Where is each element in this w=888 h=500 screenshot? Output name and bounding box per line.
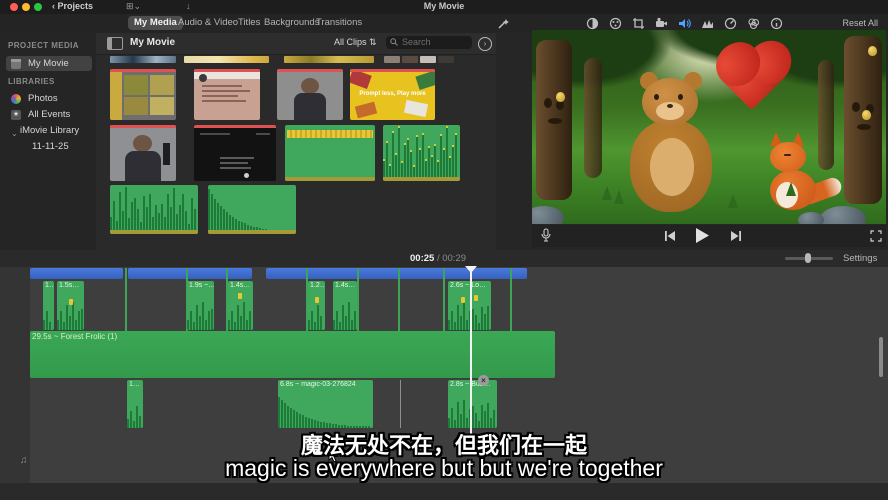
timeline-settings-button[interactable]: Settings [843,253,877,264]
clip-thumbnail-promo[interactable]: Prompt less, Play more [350,69,435,120]
remove-effect-badge[interactable]: × [478,375,489,386]
filmstrip-segment[interactable] [284,56,374,63]
filmstrip-segment[interactable] [110,56,176,63]
skip-back-icon[interactable] [664,231,676,241]
video-clip-bar[interactable] [128,268,252,279]
search-input[interactable]: Search [386,36,472,49]
audio-clip-thumbnail[interactable] [110,185,198,234]
all-events-icon: ★ [11,110,21,120]
sidebar-item-all-events[interactable]: ★ All Events [6,107,92,122]
clip-thumbnail-grid-video[interactable] [110,69,176,120]
fullscreen-icon[interactable] [870,230,882,242]
clip-boundary-tick [443,268,445,332]
color-correction-icon[interactable] [609,17,622,30]
clip-boundary-guide [400,380,401,428]
tree-trunk [584,58,602,178]
sidebar-item-my-movie[interactable]: My Movie [6,56,92,71]
video-clip-bar[interactable] [30,268,123,279]
toggle-sidebar-icon[interactable] [107,37,123,50]
project-icon [11,59,21,69]
bell-decoration [868,46,877,56]
libraries-sidebar: PROJECT MEDIA My Movie LIBRARIES Photos … [0,33,97,250]
subtitle-english: magic is everywhere but but we're togeth… [0,455,888,482]
sidebar-item-photos[interactable]: Photos [6,91,92,106]
voiceover-mic-icon[interactable] [540,228,552,242]
bell-decoration [862,110,871,120]
audio-clip[interactable]: 1.4s… [333,281,357,330]
tree-trunk [536,40,572,200]
timecode-display: 00:25 / 00:29 [410,253,466,264]
clip-thumbnail-notes-card[interactable] [194,69,260,120]
search-icon [390,38,398,46]
speed-icon[interactable] [724,17,737,30]
audio-clip[interactable]: 1… [43,281,54,330]
reset-all-button[interactable]: Reset All [842,18,878,28]
audio-clip[interactable]: 1.4s… [228,281,253,330]
playhead[interactable] [470,266,472,438]
crop-icon[interactable] [632,17,645,30]
audio-clip[interactable]: 1.5s… [57,281,84,330]
clip-boundary-tick [398,268,400,332]
filters-effects-icon[interactable] [747,17,760,30]
audio-clip-thumbnail[interactable] [208,185,296,234]
titlebar: ‹ Projects ⊞⌄ ↓ My Movie [0,0,888,15]
clip-boundary-tick [510,268,512,332]
clip-appearance-icon[interactable]: › [478,37,492,51]
playback-controls-bar [532,225,886,247]
filmstrip-segment[interactable] [402,56,418,63]
timeline-scrollbar[interactable] [879,337,883,377]
clip-info-icon[interactable] [770,17,783,30]
bell-decoration [556,92,565,102]
clip-thumbnail-presenter[interactable] [277,69,343,120]
libraries-header: LIBRARIES [8,77,55,86]
tab-transitions[interactable]: Transitions [310,16,368,30]
enhance-wand-icon[interactable] [497,17,510,30]
timeline-toolbar: 00:25 / 00:29 Settings [0,250,888,268]
volume-icon[interactable] [678,17,691,30]
imovie-window: ‹ Projects ⊞⌄ ↓ My Movie My Media Audio … [0,0,888,500]
sidebar-item-event-date[interactable]: 11-11-25 [6,139,92,154]
audio-clip[interactable]: 1.9s ~… [187,281,214,330]
music-track-clip[interactable]: 29.5s ~ Forest Frolic (1) [30,331,555,378]
audio-clip-thumbnail[interactable] [383,125,460,181]
rock [820,206,866,224]
filmstrip-segment[interactable] [420,56,436,63]
all-clips-dropdown[interactable]: All Clips ⇅ [334,37,377,48]
browser-header: My Movie All Clips ⇅ Search › [96,33,496,55]
sound-effect-clip[interactable]: 2.8s ~ Bub… [448,380,497,428]
playhead-handle[interactable] [465,266,477,273]
clip-thumbnail-screen-recording[interactable] [194,125,276,181]
clip-boundary-tick [357,268,359,332]
viewer-panel [496,33,888,250]
stabilization-camera-icon[interactable] [655,17,668,30]
audio-clip-thumbnail[interactable] [285,125,375,181]
sidebar-item-imovie-library[interactable]: ⌄ iMovie Library [6,123,92,138]
tree-trunk [818,60,834,170]
filmstrip-segment[interactable] [384,56,400,63]
media-browser: My Movie All Clips ⇅ Search › [96,33,496,250]
updown-arrows-icon: ⇅ [369,37,377,47]
sound-effect-clip[interactable]: 6.8s ~ magic-03-276824 [278,380,373,428]
filmstrip-segment[interactable] [438,56,454,63]
noise-equalizer-icon[interactable] [701,17,714,30]
project-media-header: PROJECT MEDIA [8,41,79,50]
clip-boundary-tick [125,268,127,332]
photos-pinwheel-icon [11,94,21,104]
sound-effect-clip[interactable]: 1… [127,380,143,428]
rock [798,212,824,224]
tree-trunk [844,36,882,204]
timeline-zoom-slider-thumb[interactable] [805,253,811,263]
window-title: My Movie [0,1,888,11]
heart-graphic [722,48,784,110]
play-icon[interactable] [695,228,709,243]
browser-title: My Movie [130,37,175,48]
filmstrip-segment[interactable] [184,56,269,63]
skip-forward-icon[interactable] [730,231,742,241]
audio-clip[interactable]: 1.2… [308,281,325,330]
color-balance-icon[interactable] [586,17,599,30]
video-preview[interactable] [532,30,886,224]
clip-thumbnail-presenter[interactable] [110,125,176,181]
rock [532,206,564,224]
